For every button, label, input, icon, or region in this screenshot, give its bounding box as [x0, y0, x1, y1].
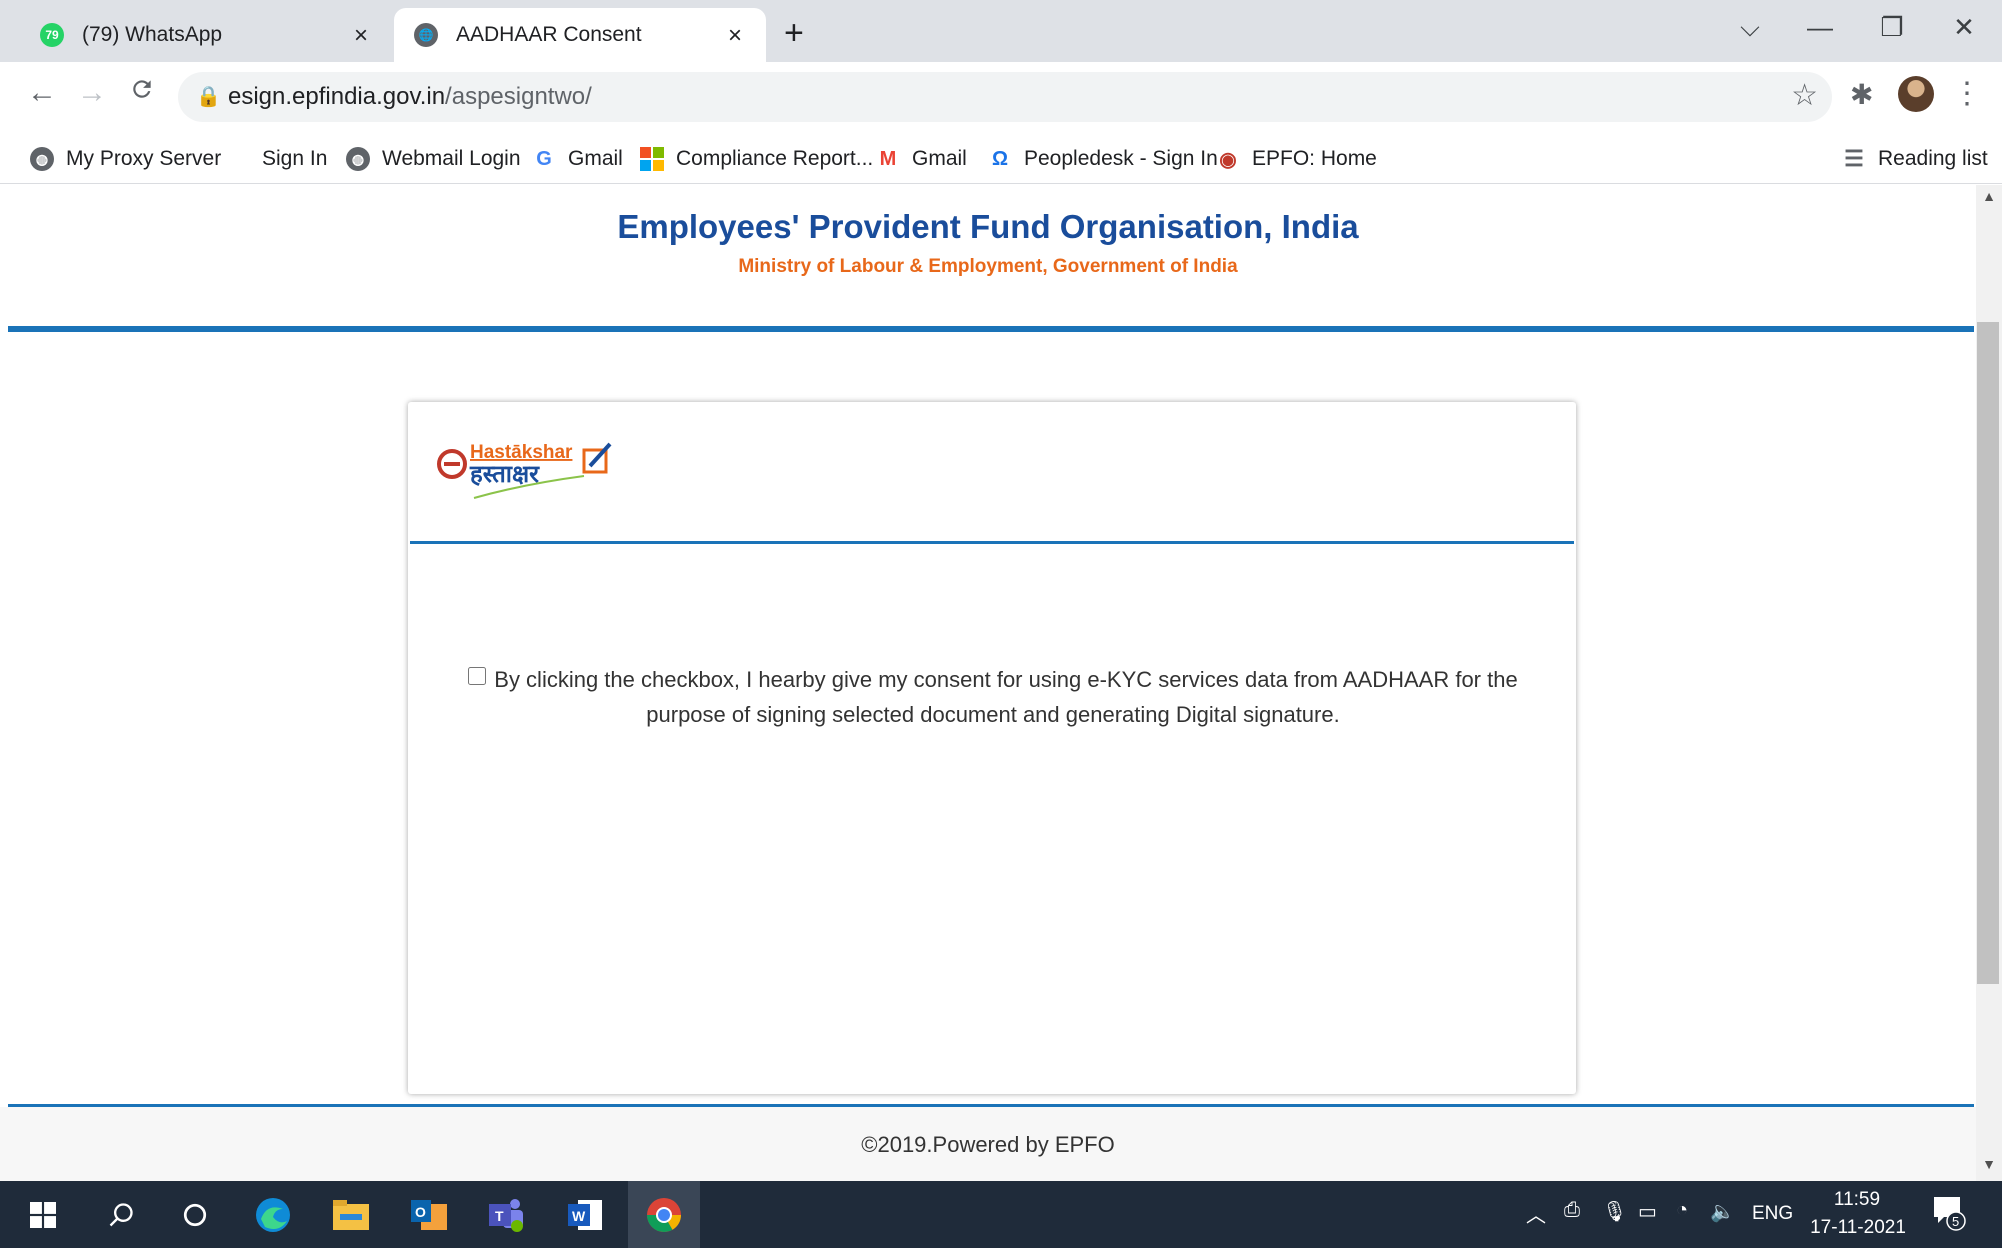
microphone-icon[interactable]: 🎙 [1602, 1199, 1627, 1224]
page-title: Employees' Provident Fund Organisation, … [617, 208, 1359, 245]
header-divider [8, 326, 1974, 332]
close-window-button[interactable]: ✕ [1944, 12, 1984, 43]
svg-text:O: O [415, 1204, 426, 1220]
scrollbar-thumb[interactable] [1977, 322, 1999, 984]
bookmark-sign-in[interactable]: Sign In [262, 142, 327, 176]
svg-text:W: W [572, 1208, 586, 1224]
taskbar-outlook[interactable]: O [394, 1181, 464, 1248]
gmail-icon: M [879, 147, 897, 170]
tab-strip: 79 (79) WhatsApp × 🌐 AADHAAR Consent × +… [0, 0, 2002, 62]
windows-icon [30, 1201, 56, 1228]
reading-list-button[interactable]: ☰ Reading list [1842, 142, 1988, 176]
tab-title: AADHAAR Consent [456, 23, 642, 46]
close-tab-icon[interactable]: × [722, 22, 748, 50]
tab-aadhaar-consent[interactable]: 🌐 AADHAAR Consent × [394, 8, 766, 62]
peopledesk-icon: Ω [991, 147, 1009, 170]
bookmark-peopledesk[interactable]: Ω Peopledesk - Sign In [988, 142, 1218, 176]
url-text[interactable]: esign.epfindia.gov.in/aspesigntwo/ [228, 83, 592, 111]
epfo-icon: ◉ [1219, 148, 1237, 171]
bookmark-gmail[interactable]: M Gmail [876, 142, 967, 176]
bookmark-compliance-report[interactable]: Compliance Report... [640, 142, 873, 176]
bookmark-star-icon[interactable]: ☆ [1791, 78, 1818, 113]
battery-icon[interactable]: ▭ [1638, 1199, 1657, 1224]
scroll-up-arrow-icon[interactable]: ▲ [1976, 188, 2002, 204]
bookmarks-bar: ◍ My Proxy Server Sign In ◍ Webmail Login … [0, 134, 2002, 184]
tab-whatsapp[interactable]: 79 (79) WhatsApp × [8, 8, 392, 62]
reload-button[interactable] [122, 76, 162, 110]
close-tab-icon[interactable]: × [348, 22, 374, 50]
google-icon: G [536, 147, 552, 170]
windows-taskbar: O T W ︿ ⎙ 🎙 ▭ ◔ 🔈 ENG 11:59 17-11-2021 5 [0, 1181, 2002, 1248]
bookmark-epfo-home[interactable]: ◉ EPFO: Home [1216, 142, 1377, 176]
consent-text: By clicking the checkbox, I hearby give … [494, 667, 1518, 727]
taskbar-word[interactable]: W [550, 1181, 620, 1248]
globe-icon: ◍ [30, 147, 54, 171]
search-icon [109, 1202, 133, 1226]
wifi-icon[interactable]: ◔ [1676, 1199, 1688, 1222]
taskbar-teams[interactable]: T [472, 1181, 542, 1248]
teams-icon: T [489, 1198, 523, 1232]
taskbar-chrome[interactable] [628, 1181, 700, 1248]
consent-card: Hastākshar हस्ताक्षर By clicking the che… [408, 402, 1576, 1094]
cortana-button[interactable] [160, 1181, 230, 1248]
notification-icon: 5 [1934, 1197, 1966, 1231]
back-button[interactable]: ← [22, 76, 62, 110]
address-bar[interactable]: 🔒 esign.epfindia.gov.in/aspesigntwo/ ☆ [178, 72, 1832, 122]
clock-date[interactable]: 17-11-2021 [1798, 1217, 1918, 1239]
clock-time[interactable]: 11:59 [1812, 1189, 1902, 1211]
meet-now-icon[interactable]: ⎙ [1564, 1199, 1580, 1222]
browser-menu-icon[interactable]: ⋮ [1952, 76, 1982, 111]
show-hidden-icons[interactable]: ︿ [1526, 1199, 1546, 1228]
edge-icon [256, 1197, 290, 1232]
volume-icon[interactable]: 🔈 [1710, 1199, 1735, 1224]
cortana-icon [183, 1203, 207, 1226]
minimize-button[interactable]: — [1800, 12, 1840, 43]
card-divider [410, 541, 1574, 544]
lock-icon: 🔒 [196, 86, 221, 108]
folder-icon [333, 1199, 369, 1230]
taskbar-edge[interactable] [238, 1181, 308, 1248]
outlook-icon: O [411, 1199, 447, 1230]
page-subtitle: Ministry of Labour & Employment, Governm… [738, 256, 1238, 277]
browser-toolbar: ← → 🔒 esign.epfindia.gov.in/aspesigntwo/… [0, 62, 2002, 134]
footer-text: ©2019.Powered by EPFO [861, 1132, 1115, 1157]
tab-title: (79) WhatsApp [82, 23, 223, 46]
bookmark-webmail-login[interactable]: ◍ Webmail Login [346, 142, 521, 176]
scroll-down-arrow-icon[interactable]: ▼ [1976, 1156, 2002, 1172]
consent-checkbox[interactable] [468, 667, 487, 685]
start-button[interactable] [8, 1181, 78, 1248]
notifications-button[interactable]: 5 [1932, 1195, 1966, 1237]
reload-icon [133, 80, 151, 98]
taskbar-file-explorer[interactable] [316, 1181, 386, 1248]
bookmark-gmail-google[interactable]: G Gmail [532, 142, 623, 176]
reading-list-icon: ☰ [1844, 146, 1864, 171]
search-button[interactable] [86, 1181, 156, 1248]
avatar[interactable] [1898, 76, 1934, 112]
chrome-icon [647, 1197, 681, 1232]
microsoft-icon [640, 147, 664, 171]
new-tab-button[interactable]: + [784, 14, 804, 53]
word-icon: W [568, 1199, 602, 1230]
globe-icon: 🌐 [414, 23, 438, 47]
svg-text:T: T [495, 1208, 504, 1224]
restore-button[interactable]: ❐ [1872, 12, 1912, 43]
language-indicator[interactable]: ENG [1752, 1203, 1793, 1225]
forward-button[interactable]: → [72, 76, 112, 110]
esign-logo: Hastākshar हस्ताक्षर [434, 436, 624, 506]
bookmark-my-proxy-server[interactable]: ◍ My Proxy Server [30, 142, 221, 176]
globe-icon: ◍ [346, 147, 370, 171]
tab-search-icon[interactable]: ⌵ [1730, 12, 1770, 44]
svg-text:5: 5 [1952, 1214, 1959, 1229]
extensions-icon[interactable]: ✱ [1850, 78, 1873, 111]
whatsapp-icon: 79 [40, 23, 64, 47]
logo-devanagari-text: हस्ताक्षर [469, 460, 540, 488]
consent-block: By clicking the checkbox, I hearby give … [468, 662, 1518, 732]
